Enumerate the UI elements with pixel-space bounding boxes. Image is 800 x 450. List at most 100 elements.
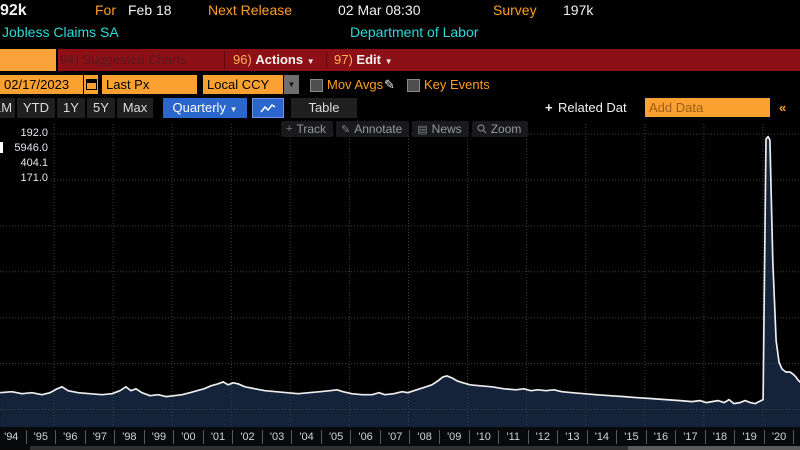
x-axis-label: '06 — [350, 430, 380, 444]
scrollbar-thumb[interactable] — [628, 446, 800, 450]
range-ytd-button[interactable]: YTD — [17, 98, 55, 118]
x-axis-label: '17 — [675, 430, 705, 444]
security-row: Jobless Claims SA Department of Labor — [0, 24, 800, 45]
x-axis-label: '99 — [144, 430, 174, 444]
x-axis-label: '07 — [380, 430, 410, 444]
x-axis-label: '00 — [173, 430, 203, 444]
x-axis-label: '08 — [409, 430, 439, 444]
range-max-button[interactable]: Max — [117, 98, 153, 118]
range-1m-button[interactable]: 1M — [0, 98, 15, 118]
track-button[interactable]: + Track — [281, 121, 333, 137]
table-button[interactable]: Table — [291, 98, 357, 118]
x-axis-label: '16 — [646, 430, 676, 444]
x-axis-label: '09 — [439, 430, 469, 444]
menubar: 94) Suggested Charts 96) Actions ▼ 97) E… — [0, 49, 800, 71]
zoom-button[interactable]: Zoom — [472, 121, 529, 137]
annotate-label: Annotate — [354, 122, 402, 136]
crosshair-icon: + — [286, 123, 292, 135]
survey-value: 197k — [563, 2, 593, 18]
suggested-charts-label: Suggested Charts — [82, 52, 186, 67]
last-price: 92k — [0, 2, 27, 20]
pencil-icon: ✎ — [341, 123, 350, 136]
x-axis-label: '20 — [764, 430, 794, 444]
mov-avgs-checkbox[interactable] — [310, 79, 323, 92]
security-name: Jobless Claims SA — [2, 24, 119, 40]
currency-field-input[interactable]: Local CCY — [203, 75, 283, 94]
edit-label: Edit — [356, 52, 381, 67]
x-axis-label: '13 — [557, 430, 587, 444]
actions-menu[interactable]: 96) Actions ▼ — [233, 52, 315, 67]
x-axis-label: '02 — [232, 430, 262, 444]
chart-plot-area[interactable] — [0, 124, 800, 427]
menubar-divider — [326, 51, 327, 69]
news-label: News — [432, 122, 462, 136]
next-release-value: 02 Mar 08:30 — [338, 2, 421, 18]
x-axis-label: '01 — [203, 430, 233, 444]
period-caret-icon: ▼ — [230, 105, 238, 114]
x-axis-label: '04 — [291, 430, 321, 444]
calendar-button[interactable] — [84, 75, 98, 94]
legend-low-value: 171.0 — [0, 171, 48, 186]
zoom-label: Zoom — [491, 122, 522, 136]
key-events-label: Key Events — [424, 77, 490, 92]
actions-caret-icon: ▼ — [307, 57, 315, 66]
scrollbar-track[interactable] — [0, 446, 800, 450]
x-axis-label: '19 — [734, 430, 764, 444]
control-row: 02/17/2023 Last Px Local CCY ▼ Mov Avgs … — [0, 75, 800, 96]
x-axis-label: '03 — [262, 430, 292, 444]
range-1y-button[interactable]: 1Y — [57, 98, 85, 118]
scrollbar-range[interactable] — [30, 446, 628, 450]
chart-type-button[interactable] — [252, 98, 284, 118]
period-selector[interactable]: Quarterly ▼ — [163, 98, 247, 118]
range-5y-button[interactable]: 5Y — [87, 98, 115, 118]
edit-caret-icon: ▼ — [385, 57, 393, 66]
period-selector-value: Quarterly — [172, 100, 225, 115]
x-axis-label: '98 — [114, 430, 144, 444]
currency-dropdown-button[interactable]: ▼ — [284, 75, 299, 94]
related-data-label[interactable]: Related Dat — [558, 100, 627, 115]
calendar-icon — [86, 79, 97, 90]
x-axis-label: '05 — [321, 430, 351, 444]
price-field-input[interactable]: Last Px — [102, 75, 197, 94]
x-axis-label: '12 — [528, 430, 558, 444]
menubar-orange-tab[interactable] — [0, 49, 58, 71]
suggested-charts-num: 94) — [60, 52, 79, 67]
legend-series-marker — [0, 142, 3, 153]
suggested-charts-menu[interactable]: 94) Suggested Charts — [60, 52, 187, 67]
x-axis-label: '11 — [498, 430, 528, 444]
collapse-panel-icon[interactable]: « — [779, 100, 786, 115]
news-button[interactable]: ▤ News — [412, 121, 468, 137]
magnifier-icon — [477, 124, 487, 134]
line-chart-icon — [260, 103, 276, 114]
chart-legend-values: 192.0 5946.0 404.1 171.0 — [0, 126, 50, 186]
for-label: For — [95, 2, 116, 18]
pencil-icon[interactable]: ✎ — [384, 77, 395, 93]
date-input[interactable]: 02/17/2023 — [0, 75, 83, 94]
x-axis-label: '14 — [587, 430, 617, 444]
edit-num: 97) — [334, 52, 353, 67]
chart-toolbar: + Track ✎ Annotate ▤ News Zoom — [281, 121, 528, 137]
key-events-checkbox[interactable] — [407, 79, 420, 92]
mov-avgs-label: Mov Avgs — [327, 77, 383, 92]
x-axis-label: '94 — [0, 430, 26, 444]
x-axis-label: '18 — [705, 430, 735, 444]
plus-icon: + — [545, 100, 553, 115]
next-release-label: Next Release — [208, 2, 292, 18]
actions-label: Actions — [255, 52, 303, 67]
header-row: 92k For Feb 18 Next Release 02 Mar 08:30… — [0, 2, 800, 23]
security-source: Department of Labor — [350, 24, 478, 40]
annotate-button[interactable]: ✎ Annotate — [336, 121, 409, 137]
x-axis-label: '10 — [469, 430, 499, 444]
news-icon: ▤ — [417, 123, 427, 136]
x-axis-label: '96 — [55, 430, 85, 444]
add-data-input[interactable]: Add Data — [645, 98, 770, 117]
chevron-down-icon: ▼ — [288, 80, 296, 89]
bloomberg-chart-window: 92k For Feb 18 Next Release 02 Mar 08:30… — [0, 0, 800, 450]
legend-last-value: 192.0 — [0, 126, 48, 141]
x-axis-label: '15 — [616, 430, 646, 444]
x-axis-label — [793, 430, 800, 444]
for-value: Feb 18 — [128, 2, 172, 18]
x-axis-label: '95 — [26, 430, 56, 444]
range-bar: 1M YTD 1Y 5Y Max Quarterly ▼ Table + Rel… — [0, 98, 800, 121]
edit-menu[interactable]: 97) Edit ▼ — [334, 52, 393, 67]
